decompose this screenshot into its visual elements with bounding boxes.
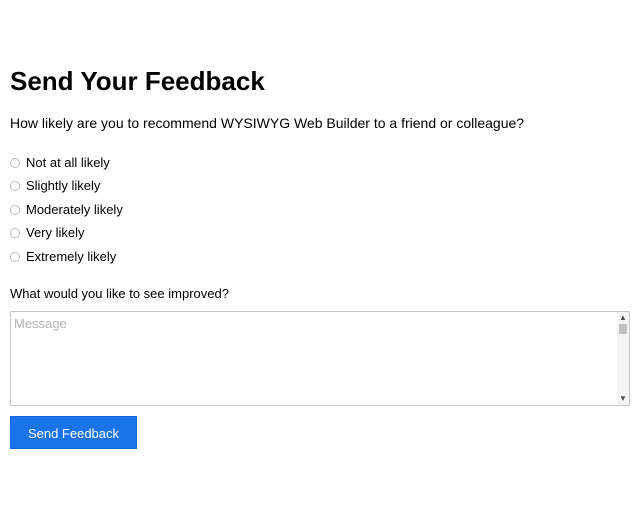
radio-label: Slightly likely [26, 178, 101, 194]
scroll-thumb[interactable] [619, 324, 627, 334]
radio-option-slightly-likely[interactable]: Slightly likely [10, 175, 310, 199]
radio-button[interactable] [10, 251, 20, 262]
radio-label: Not at all likely [26, 154, 110, 170]
radio-button[interactable] [10, 181, 20, 192]
radio-option-very-likely[interactable]: Very likely [10, 222, 310, 246]
message-scrollbar[interactable]: ▲ ▼ [617, 312, 629, 405]
radio-button[interactable] [10, 204, 20, 215]
radio-button[interactable] [10, 228, 20, 239]
chevron-up-icon[interactable]: ▲ [617, 313, 629, 323]
message-textarea[interactable]: Message ▲ ▼ [10, 311, 630, 406]
likelihood-radio-group: Not at all likely Slightly likely Modera… [10, 151, 310, 269]
radio-label: Extremely likely [26, 248, 117, 264]
radio-button[interactable] [10, 157, 20, 168]
message-placeholder: Message [14, 316, 67, 331]
send-feedback-button[interactable]: Send Feedback [10, 416, 137, 449]
radio-label: Moderately likely [26, 201, 123, 217]
radio-option-not-at-all-likely[interactable]: Not at all likely [10, 151, 310, 175]
page-title: Send Your Feedback [10, 66, 265, 96]
recommend-question: How likely are you to recommend WYSIWYG … [10, 115, 525, 131]
improvement-question: What would you like to see improved? [10, 286, 229, 301]
chevron-down-icon[interactable]: ▼ [617, 394, 629, 404]
radio-option-extremely-likely[interactable]: Extremely likely [10, 245, 310, 269]
radio-option-moderately-likely[interactable]: Moderately likely [10, 198, 310, 222]
radio-label: Very likely [26, 225, 85, 241]
